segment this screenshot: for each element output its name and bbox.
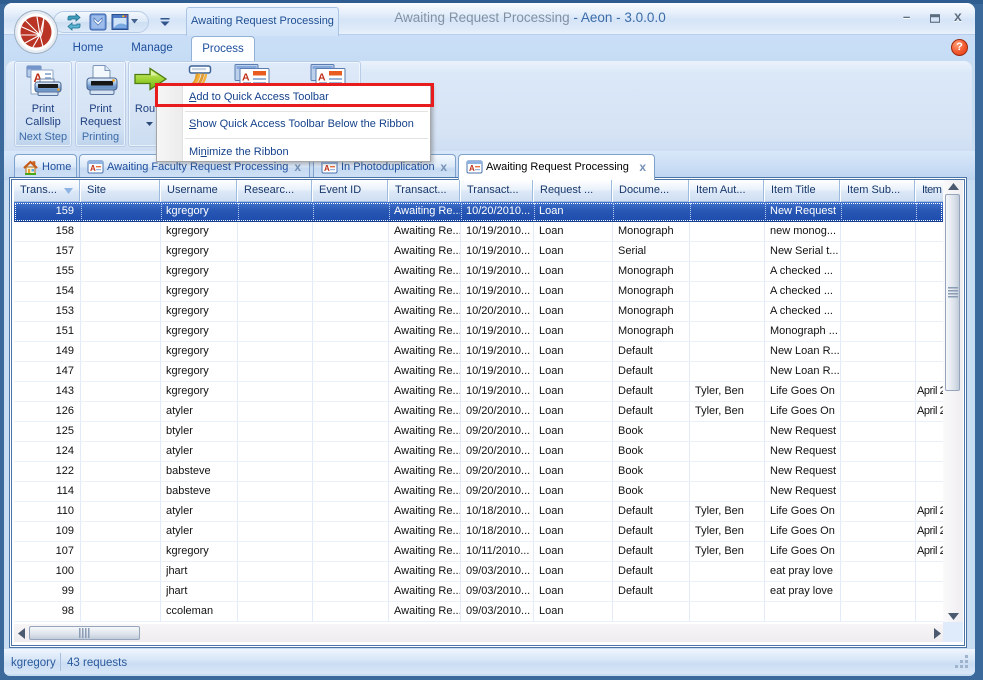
svg-text:A: A: [324, 164, 330, 173]
svg-text:A: A: [242, 72, 250, 84]
svg-text:A: A: [318, 72, 326, 84]
svg-text:A: A: [469, 164, 475, 173]
svg-text:A: A: [90, 164, 96, 173]
